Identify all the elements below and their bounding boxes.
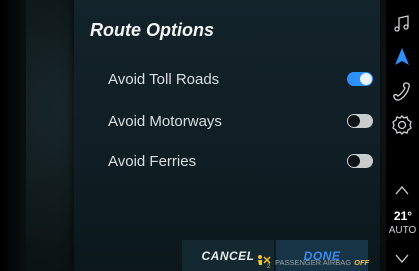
airbag-state: OFF — [354, 257, 370, 267]
chevron-up-icon[interactable] — [388, 176, 416, 204]
temperature-readout: 21° — [393, 209, 413, 223]
chevron-down-icon[interactable] — [388, 244, 416, 271]
airbag-label: PASSENGER AIRBAG — [275, 257, 352, 267]
airbag-icon: 2 — [256, 254, 272, 270]
toggle-toll-roads[interactable] — [347, 72, 373, 86]
phone-icon[interactable] — [388, 78, 416, 106]
toggle-motorways[interactable] — [347, 114, 373, 128]
infotainment-screen: Route Options Avoid Toll Roads Avoid Mot… — [0, 0, 419, 271]
toggle-ferries[interactable] — [347, 154, 373, 168]
option-label: Avoid Motorways — [108, 113, 222, 130]
toggle-knob — [348, 155, 360, 167]
option-row-motorways[interactable]: Avoid Motorways — [108, 110, 373, 134]
option-label: Avoid Toll Roads — [108, 71, 220, 88]
settings-gear-icon[interactable] — [388, 111, 416, 139]
option-label: Avoid Ferries — [108, 153, 197, 170]
navigation-arrow-icon[interactable] — [388, 43, 416, 71]
svg-text:2: 2 — [267, 264, 271, 268]
music-icon[interactable] — [388, 10, 416, 38]
toggle-knob — [348, 115, 360, 127]
option-row-ferries[interactable]: Avoid Ferries — [108, 150, 373, 174]
toggle-knob — [360, 73, 372, 85]
page-title: Route Options — [90, 20, 214, 40]
airbag-status: 2 PASSENGER AIRBAG OFF — [256, 253, 369, 271]
climate-mode: AUTO — [388, 225, 417, 236]
option-row-toll-roads[interactable]: Avoid Toll Roads — [108, 68, 373, 92]
left-background-strip — [0, 0, 26, 271]
